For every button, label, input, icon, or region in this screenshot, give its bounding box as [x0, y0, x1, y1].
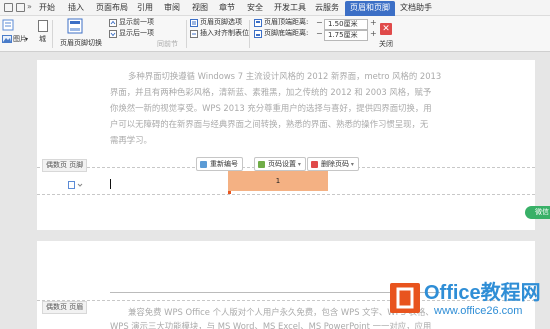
footer-distance-decrease[interactable]: − [316, 29, 323, 39]
footer-distance-input[interactable]: 1.75厘米 [324, 30, 368, 41]
paragraph-line: WPS 演示三大功能模块，与 MS Word、MS Excel、MS Power… [110, 321, 432, 329]
ribbon-separator [52, 20, 53, 48]
open-icon[interactable] [4, 3, 13, 12]
page-setup-icon[interactable] [2, 19, 14, 31]
menu-header-footer[interactable]: 页眉和页脚 [345, 1, 395, 16]
header-section-tag: 偶数页 页眉 [42, 301, 88, 314]
office-logo-icon [390, 283, 420, 313]
menu-security[interactable]: 安全 [247, 2, 263, 15]
text-cursor [110, 179, 111, 189]
paragraph-line: 多种界面切换遵循 Windows 7 主流设计风格的 2012 新界面，metr… [128, 71, 442, 81]
paragraph-line: 户可以无障碍的在新界面与经典界面之间转换，熟悉的界面、熟悉的操作习惯呈现，无 [110, 119, 429, 129]
page-icon[interactable] [38, 20, 48, 32]
footer-bottom-distance-label: 页脚底端距离: [264, 29, 309, 37]
footer-distance-increase[interactable]: + [370, 29, 377, 39]
show-next-label[interactable]: 显示后一项 [119, 29, 154, 38]
header-distance-increase[interactable]: + [370, 18, 377, 28]
image-icon[interactable] [2, 35, 12, 43]
show-prev-label[interactable]: 显示前一项 [119, 18, 154, 27]
renumber-icon [200, 161, 207, 168]
menu-cloud[interactable]: 云服务 [315, 2, 339, 15]
paragraph-line: 需再学习。 [110, 135, 152, 145]
header-footer-switch-label[interactable]: 页眉页脚切换 [60, 39, 102, 48]
close-header-footer-button[interactable]: ✕ [380, 23, 392, 35]
page-number[interactable]: 1 [228, 171, 328, 191]
delete-page-number-button[interactable]: 删除页码 ▾ [307, 157, 359, 171]
menu-chapter[interactable]: 章节 [219, 2, 235, 15]
header-distance-decrease[interactable]: − [316, 18, 323, 28]
ribbon-separator [186, 20, 187, 48]
menu-bar: » 开始 插入 页面布局 引用 审阅 视图 章节 安全 开发工具 云服务 页眉和… [0, 0, 550, 16]
insert-align-tab-label[interactable]: 插入对齐制表位 [200, 29, 249, 38]
settings-icon [258, 161, 265, 168]
menu-dev-tools[interactable]: 开发工具 [274, 2, 306, 15]
paragraph-line: 你焕然一新的视觉享受。WPS 2013 充分尊重用户的选择与喜好，提供四界面切换… [110, 103, 432, 113]
header-distance-input[interactable]: 1.50厘米 [324, 19, 368, 30]
header-footer-options-icon[interactable] [190, 19, 198, 27]
close-label[interactable]: 关闭 [379, 40, 393, 49]
wechat-side-button[interactable]: 微信 [525, 206, 550, 219]
insert-align-tab-icon[interactable] [190, 30, 198, 38]
menu-references[interactable]: 引用 [137, 2, 153, 15]
same-as-prev-label[interactable]: 同前节 [157, 40, 178, 49]
menu-page-layout[interactable]: 页面布局 [96, 2, 128, 15]
paragraph-line: 界面，并且有两种色彩风格，清新蓝、素雅黑，加之传统的 2012 和 2003 风… [110, 87, 432, 97]
menu-insert[interactable]: 插入 [68, 2, 84, 15]
footer-bottom-boundary [37, 194, 535, 195]
footer-distance-icon [254, 30, 262, 38]
menu-doc-assistant[interactable]: 文档助手 [400, 2, 432, 15]
delete-icon [311, 161, 318, 168]
header-footer-options-label[interactable]: 页眉页脚选项 [200, 18, 242, 27]
page-number-settings-button[interactable]: 页码设置 ▾ [254, 157, 306, 171]
footer-section-tag: 偶数页 页脚 [42, 159, 88, 172]
menu-chevron-icon[interactable]: » [27, 2, 32, 11]
renumber-button[interactable]: 重新编号 [196, 157, 243, 171]
menu-view[interactable]: 视图 [192, 2, 208, 15]
picture-dropdown-icon[interactable]: ▾ [25, 35, 28, 44]
brand-url: www.office26.com [434, 305, 523, 317]
show-prev-icon[interactable] [109, 19, 117, 27]
ribbon-misc-label[interactable]: 城 [39, 35, 46, 44]
ribbon-separator [249, 20, 250, 48]
show-next-icon[interactable] [109, 30, 117, 38]
brand-watermark: Office教程网 [424, 282, 541, 304]
header-top-distance-label: 页眉顶端距离: [264, 18, 309, 26]
menu-start[interactable]: 开始 [39, 2, 55, 15]
header-distance-icon [254, 19, 262, 27]
save-icon[interactable] [16, 3, 25, 12]
header-footer-switch-icon[interactable] [67, 18, 83, 34]
paragraph-style-icon[interactable] [68, 181, 84, 189]
ribbon-toolbar: 图片 ▾ 城 页眉页脚切换 显示前一项 显示后一项 同前节 页眉页脚选项 插入对… [0, 16, 550, 52]
menu-review[interactable]: 审阅 [164, 2, 180, 15]
